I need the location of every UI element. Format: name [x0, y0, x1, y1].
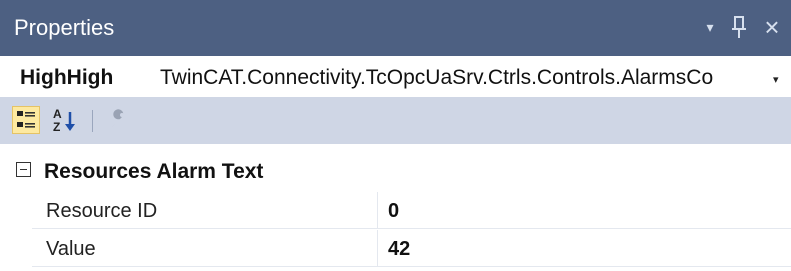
property-name: Resource ID: [46, 200, 158, 222]
pin-icon[interactable]: [726, 12, 752, 42]
chevron-down-icon[interactable]: ▾: [773, 73, 779, 86]
property-name-cell[interactable]: Value: [32, 230, 378, 267]
property-row-value[interactable]: Value 42: [0, 230, 791, 268]
window-position-dropdown-icon[interactable]: ▾: [697, 12, 723, 42]
property-name: Value: [46, 238, 96, 260]
property-value: 0: [388, 200, 400, 222]
property-value-cell[interactable]: 0: [378, 192, 791, 229]
object-selector[interactable]: HighHigh TwinCAT.Connectivity.TcOpcUaSrv…: [0, 56, 791, 98]
property-grid: Resources Alarm Text Resource ID 0 Value…: [0, 144, 791, 271]
alphabetical-sort-icon[interactable]: A Z: [50, 106, 78, 134]
category-resources-alarm-text[interactable]: Resources Alarm Text: [0, 152, 791, 192]
row-gutter: [0, 230, 32, 268]
collapse-icon[interactable]: [16, 162, 31, 177]
alpha-z-text: Z: [53, 120, 60, 134]
object-name: HighHigh: [20, 66, 114, 89]
category-title: Resources Alarm Text: [44, 160, 264, 183]
close-icon[interactable]: ×: [759, 12, 785, 42]
title-bar: Properties ▾ ×: [0, 0, 791, 56]
properties-panel: Properties ▾ × HighHigh TwinCAT.Connecti…: [0, 0, 791, 271]
property-name-cell[interactable]: Resource ID: [32, 192, 378, 229]
alpha-a-text: A: [53, 107, 62, 121]
categorized-icon[interactable]: [12, 106, 40, 134]
panel-title: Properties: [14, 15, 115, 40]
toolbar-separator: [92, 110, 93, 132]
row-gutter: [0, 192, 32, 230]
property-row-resource-id[interactable]: Resource ID 0: [0, 192, 791, 230]
wrench-icon[interactable]: [104, 106, 132, 134]
toolbar: A Z: [0, 98, 791, 144]
property-value: 42: [388, 238, 411, 260]
object-type: TwinCAT.Connectivity.TcOpcUaSrv.Ctrls.Co…: [160, 66, 714, 89]
property-value-cell[interactable]: 42: [378, 230, 791, 267]
